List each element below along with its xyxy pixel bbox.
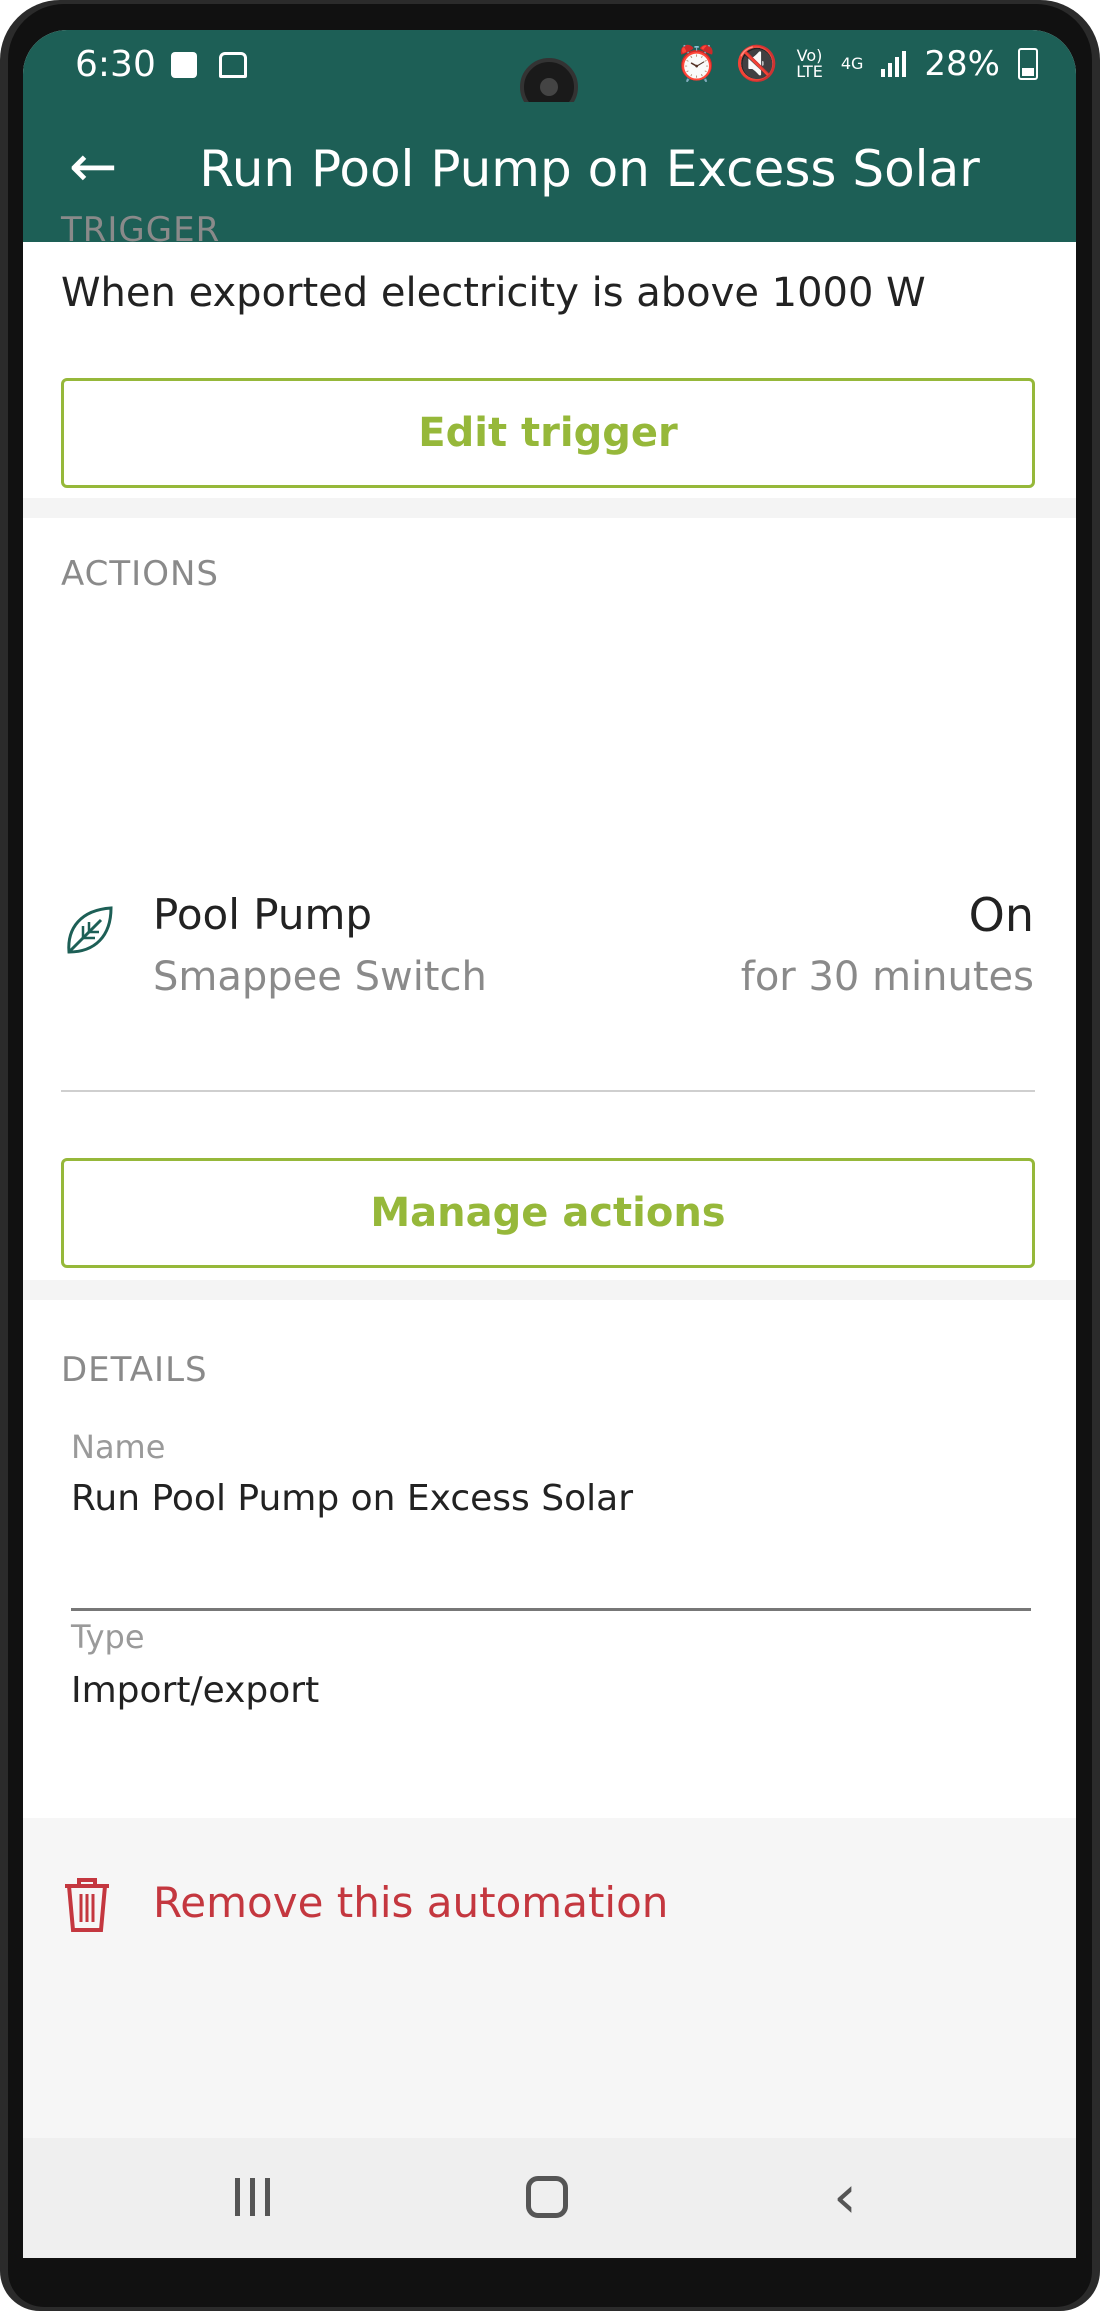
- action-device-name: Pool Pump: [153, 890, 373, 939]
- volte-icon: Vo) LTE: [796, 46, 823, 81]
- name-field[interactable]: Run Pool Pump on Excess Solar: [71, 1478, 633, 1519]
- trigger-description: When exported electricity is above 1000 …: [61, 270, 926, 316]
- alarm-icon: ⏰: [675, 44, 718, 84]
- section-divider: [23, 1280, 1076, 1300]
- page-title: Run Pool Pump on Excess Solar: [199, 140, 980, 198]
- battery-icon: [1018, 48, 1038, 80]
- screen: 6:30 ⏰ 🔇 Vo) LTE 4G 28% ← Run Pool Pump …: [23, 30, 1076, 2258]
- action-duration: for 30 minutes: [740, 954, 1034, 1000]
- details-section-label: DETAILS: [61, 1350, 208, 1390]
- signal-icon: [881, 51, 907, 77]
- section-divider: [23, 498, 1076, 518]
- notification-check-icon: [171, 52, 197, 78]
- type-field-label: Type: [71, 1618, 145, 1656]
- name-field-label: Name: [71, 1428, 166, 1466]
- action-divider: [61, 1090, 1035, 1092]
- name-field-underline: [71, 1608, 1031, 1611]
- type-field-value: Import/export: [71, 1670, 320, 1711]
- leaf-icon: [67, 906, 113, 954]
- edit-trigger-button[interactable]: Edit trigger: [61, 378, 1035, 488]
- mute-icon: 🔇: [735, 44, 779, 84]
- back-arrow-icon[interactable]: ←: [63, 137, 123, 198]
- status-time: 6:30: [75, 44, 156, 85]
- home-icon[interactable]: [526, 2176, 568, 2218]
- wifi-calling-icon: [219, 52, 247, 78]
- system-back-icon[interactable]: ‹: [833, 2162, 857, 2232]
- action-device-type: Smappee Switch: [153, 954, 487, 1000]
- recent-apps-icon[interactable]: [235, 2178, 277, 2218]
- manage-actions-button[interactable]: Manage actions: [61, 1158, 1035, 1268]
- system-nav-bar: ‹: [23, 2138, 1076, 2258]
- battery-level: 28%: [924, 44, 1000, 84]
- actions-section-label: ACTIONS: [61, 554, 219, 594]
- remove-automation-label: Remove this automation: [153, 1878, 669, 1927]
- action-item[interactable]: Pool Pump Smappee Switch On for 30 minut…: [23, 870, 1076, 1070]
- status-icons: ⏰ 🔇 Vo) LTE 4G 28%: [676, 44, 1038, 84]
- remove-automation-row[interactable]: Remove this automation: [23, 1818, 1076, 2138]
- action-state: On: [968, 888, 1034, 942]
- trash-icon: [65, 1878, 109, 1932]
- status-bar: 6:30 ⏰ 🔇 Vo) LTE 4G 28%: [23, 30, 1076, 116]
- network-type-icon: 4G: [840, 54, 864, 73]
- trigger-section-label: TRIGGER: [61, 210, 221, 250]
